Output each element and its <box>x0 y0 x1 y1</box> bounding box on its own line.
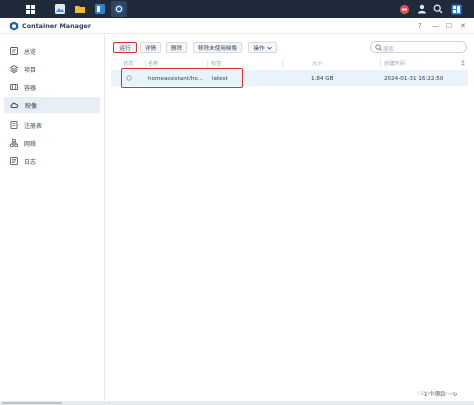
column-header-status[interactable]: 状态 <box>123 60 133 67</box>
photo-app-icon[interactable] <box>52 1 68 17</box>
column-divider <box>282 60 283 68</box>
sidebar-item-label: 映像 <box>25 102 38 110</box>
sidebar-item-registry[interactable]: 注册表 <box>4 117 100 133</box>
widgets-icon[interactable] <box>448 1 464 17</box>
watermark-text: CSDN @zhiwenxxx <box>418 391 456 396</box>
column-header-created[interactable]: 创建时间 <box>384 60 405 67</box>
notification-icon[interactable] <box>396 1 412 17</box>
selection-highlight-box <box>121 68 243 88</box>
overview-icon <box>10 47 18 55</box>
sidebar-item-image[interactable]: 映像 <box>4 97 100 113</box>
column-divider <box>207 60 208 68</box>
help-button[interactable]: ? <box>418 22 422 30</box>
actions-dropdown[interactable]: 操作 <box>248 42 277 53</box>
sidebar-item-overview[interactable]: 总览 <box>4 43 100 59</box>
main-menu-icon[interactable] <box>22 1 38 17</box>
chevron-down-icon <box>266 46 272 50</box>
image-size: 1.84 GB <box>311 75 334 82</box>
search-input[interactable]: 搜索 <box>370 41 467 53</box>
project-icon <box>10 65 18 73</box>
container-manager-logo-icon <box>9 21 19 31</box>
horizontal-scrollbar[interactable] <box>0 401 474 405</box>
container-icon <box>10 83 18 91</box>
column-header-name[interactable]: 名称 <box>148 60 158 67</box>
app-title: Container Manager <box>22 22 92 30</box>
minimize-button[interactable]: — <box>432 22 439 30</box>
main-panel: 运行 详情 删除 移除未使用映像 操作 搜索 状态 名称 标签 大小 创建时间 … <box>106 35 474 401</box>
sidebar-item-label: 日志 <box>24 158 37 166</box>
sidebar-item-label: 总览 <box>24 48 37 56</box>
user-icon[interactable] <box>414 1 430 17</box>
registry-icon <box>10 121 18 129</box>
details-button[interactable]: 详情 <box>140 42 161 53</box>
column-header-tag[interactable]: 标签 <box>211 60 221 67</box>
control-panel-icon[interactable] <box>92 1 108 17</box>
sidebar-item-log[interactable]: 日志 <box>4 153 100 169</box>
sidebar-item-project[interactable]: 项目 <box>4 61 100 77</box>
image-cloud-icon <box>10 102 19 109</box>
window-titlebar: Container Manager ? — ☐ ✕ <box>0 18 474 34</box>
network-icon <box>10 139 18 147</box>
sidebar-item-label: 网络 <box>24 140 37 148</box>
sidebar-item-label: 注册表 <box>24 122 43 130</box>
sidebar: 总览 项目 容器 映像 注册表 网络 日志 <box>0 35 105 401</box>
image-created: 2024-01-31 16:22:50 <box>384 75 444 82</box>
delete-button[interactable]: 删除 <box>166 42 187 53</box>
sidebar-item-label: 项目 <box>24 66 37 74</box>
search-taskbar-icon[interactable] <box>430 1 446 17</box>
taskbar <box>0 0 474 18</box>
column-divider <box>380 60 381 68</box>
container-manager-taskbar-icon[interactable] <box>111 1 127 17</box>
sidebar-item-network[interactable]: 网络 <box>4 135 100 151</box>
column-divider <box>145 60 146 68</box>
search-placeholder: 搜索 <box>383 46 394 53</box>
sidebar-item-container[interactable]: 容器 <box>4 79 100 95</box>
actions-label: 操作 <box>253 45 265 52</box>
sidebar-item-label: 容器 <box>24 84 37 92</box>
run-button[interactable]: 运行 <box>113 42 137 53</box>
remove-unused-images-button[interactable]: 移除未使用映像 <box>193 42 242 53</box>
close-button[interactable]: ✕ <box>460 22 466 30</box>
column-header-size[interactable]: 大小 <box>312 60 322 67</box>
scrollbar-thumb[interactable] <box>2 402 62 404</box>
log-icon <box>10 157 18 165</box>
maximize-button[interactable]: ☐ <box>446 22 452 30</box>
search-icon <box>375 44 382 51</box>
file-station-icon[interactable] <box>72 1 88 17</box>
column-settings-icon[interactable] <box>460 60 466 66</box>
